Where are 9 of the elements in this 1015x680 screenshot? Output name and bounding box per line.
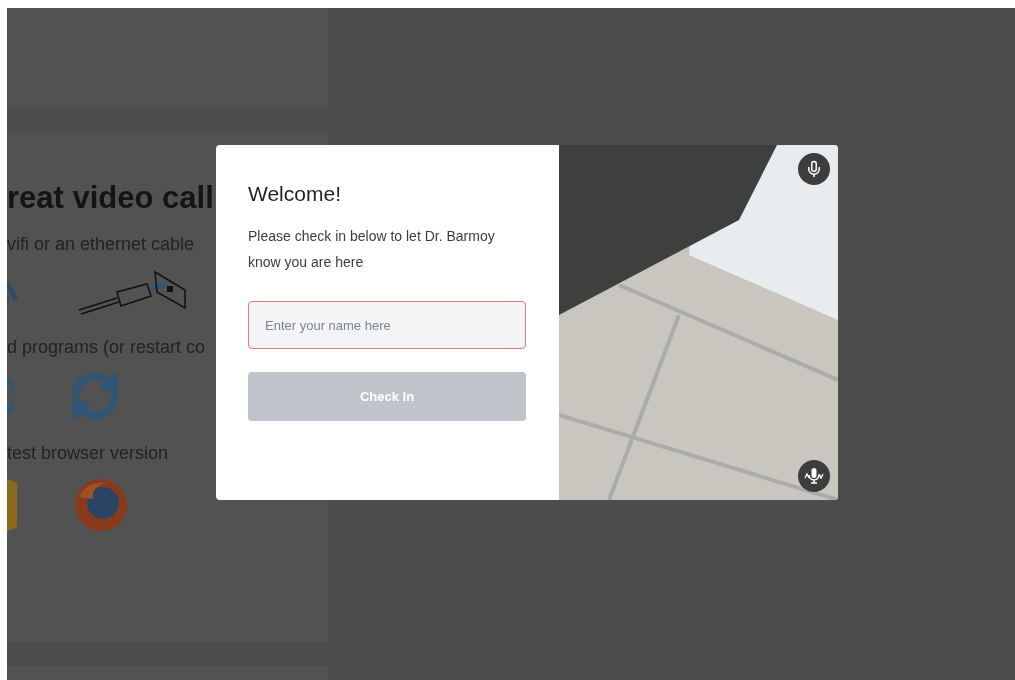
name-input-field[interactable]: Enter your name here <box>248 301 526 350</box>
dialog-message: Please check in below to let Dr. Barmoy know you are here <box>248 227 496 273</box>
dialog-title: Welcome! <box>248 181 342 207</box>
refresh-icon <box>69 370 121 422</box>
microphone-switch-icon <box>803 466 825 486</box>
switch-microphone-button[interactable] <box>798 460 830 492</box>
microphone-icon <box>805 160 823 178</box>
firefox-icon <box>73 476 129 533</box>
section-heading: reat video call <box>7 182 214 213</box>
